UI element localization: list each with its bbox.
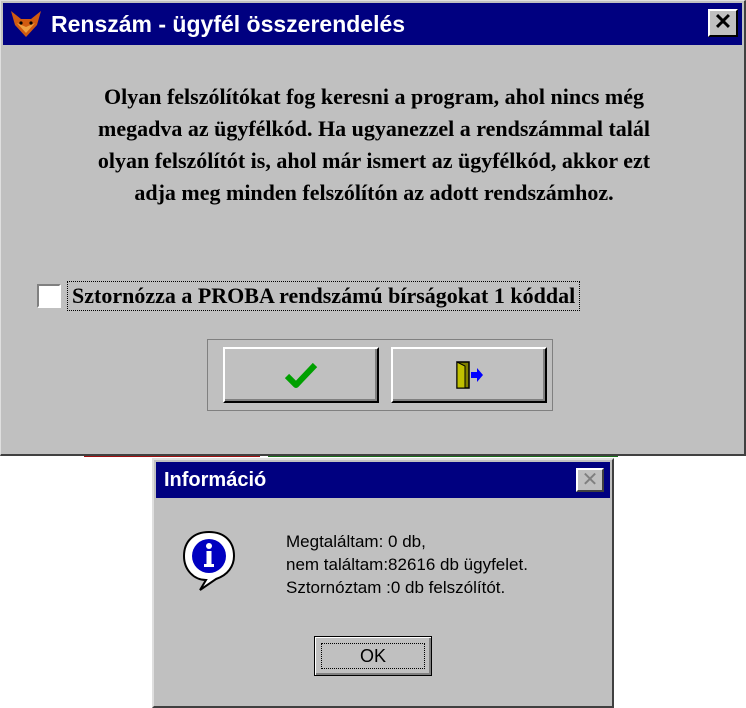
info-ok-button[interactable]: OK — [314, 636, 432, 676]
exit-door-icon — [456, 361, 483, 389]
message-line: olyan felszólítót is, ahol már ismert az… — [97, 148, 651, 173]
info-title-bar[interactable]: Információ ✕ — [156, 462, 610, 498]
info-ok-label: OK — [321, 643, 425, 669]
message-line: adja meg minden felszólítón az adott ren… — [134, 180, 614, 205]
info-line: Sztornóztam :0 db felszólítót. — [286, 578, 506, 597]
info-line: nem találtam:82616 db ügyfelet. — [286, 555, 528, 574]
info-dialog-title: Információ — [164, 469, 267, 491]
ok-button[interactable] — [223, 347, 379, 403]
info-dialog: Információ ✕ Megtaláltam: 0 db, nem talá… — [152, 458, 614, 708]
main-dialog: Renszám - ügyfél összerendelés ✕ Olyan f… — [0, 0, 746, 456]
storno-checkbox-label[interactable]: Sztornózza a PROBA rendszámú bírságokat … — [67, 281, 581, 311]
fox-app-icon — [11, 11, 41, 37]
main-title-bar[interactable]: Renszám - ügyfél összerendelés ✕ — [3, 3, 742, 45]
exit-button[interactable] — [391, 347, 547, 403]
message-line: Olyan felszólítókat fog keresni a progra… — [103, 84, 644, 109]
main-dialog-title: Renszám - ügyfél összerendelés — [51, 11, 406, 37]
storno-checkbox[interactable] — [37, 284, 61, 308]
info-icon — [182, 530, 236, 591]
info-line: Megtaláltam: 0 db, — [286, 532, 426, 551]
main-close-button[interactable]: ✕ — [708, 9, 738, 37]
info-close-button[interactable]: ✕ — [576, 468, 604, 492]
info-message: Megtaláltam: 0 db, nem találtam:82616 db… — [286, 530, 528, 599]
checkmark-icon — [284, 362, 318, 388]
message-line: megadva az ügyfélkód. Ha ugyanezzel a re… — [98, 116, 650, 141]
main-message: Olyan felszólítókat fog keresni a progra… — [31, 81, 717, 209]
